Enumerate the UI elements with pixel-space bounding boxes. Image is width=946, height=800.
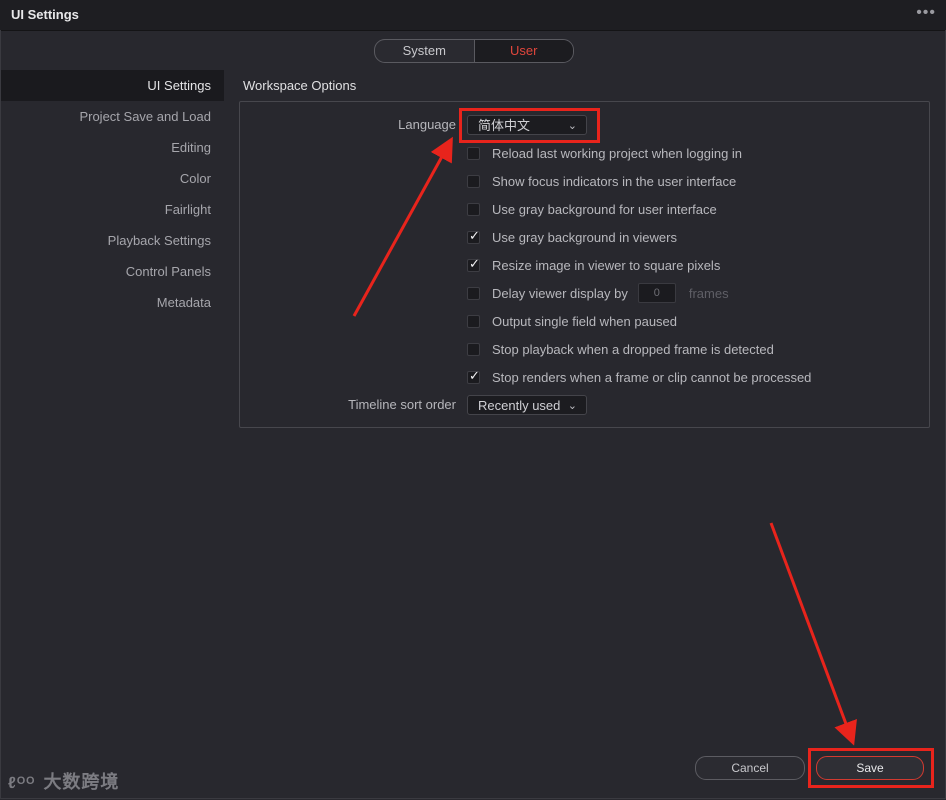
option-row: ✓ Stop renders when a frame or clip cann… [467, 367, 811, 387]
option-label: Stop renders when a frame or clip cannot… [492, 369, 812, 385]
tab-user[interactable]: User [473, 40, 573, 62]
option-label: Stop playback when a dropped frame is de… [492, 341, 774, 357]
tab-system[interactable]: System [375, 40, 474, 62]
sidebar-item-ui-settings[interactable]: UI Settings [1, 70, 224, 101]
sidebar-item-metadata[interactable]: Metadata [1, 287, 224, 318]
checkbox-gray-background-ui[interactable] [467, 202, 480, 216]
option-label: Resize image in viewer to square pixels [492, 257, 721, 273]
settings-sidebar: UI Settings Project Save and Load Editin… [1, 70, 224, 318]
option-row: Reload last working project when logging… [467, 143, 742, 163]
option-label: Use gray background for user interface [492, 201, 717, 217]
option-label: Use gray background in viewers [492, 229, 677, 245]
timeline-sort-value: Recently used [478, 398, 561, 413]
more-icon[interactable]: ••• [916, 4, 936, 22]
option-row: Delay viewer display by 0 frames [467, 283, 729, 303]
checkbox-output-single-field[interactable] [467, 314, 480, 328]
option-row: Output single field when paused [467, 311, 677, 331]
chevron-down-icon: ⌄ [567, 400, 577, 412]
option-label: Reload last working project when logging… [492, 145, 743, 161]
option-row: ✓ Resize image in viewer to square pixel… [467, 255, 720, 275]
save-button[interactable]: Save [816, 756, 924, 780]
checkbox-reload-last-project[interactable] [467, 146, 480, 160]
sidebar-item-editing[interactable]: Editing [1, 132, 224, 163]
option-row: Use gray background for user interface [467, 199, 717, 219]
checkbox-gray-background-viewers[interactable]: ✓ [467, 227, 480, 244]
title-bar: UI Settings ••• [0, 0, 946, 31]
sidebar-item-project-save-and-load[interactable]: Project Save and Load [1, 101, 224, 132]
option-row: ✓ Use gray background in viewers [467, 227, 677, 247]
option-row: Stop playback when a dropped frame is de… [467, 339, 774, 359]
option-label: Output single field when paused [492, 313, 678, 329]
delay-frames-input[interactable]: 0 [637, 283, 676, 303]
cancel-button[interactable]: Cancel [695, 756, 805, 780]
checkbox-show-focus-indicators[interactable] [467, 174, 480, 188]
timeline-sort-dropdown[interactable]: Recently used ⌄ [467, 395, 587, 415]
sidebar-item-playback-settings[interactable]: Playback Settings [1, 225, 224, 256]
option-row: Show focus indicators in the user interf… [467, 171, 736, 191]
frames-suffix: frames [688, 285, 729, 301]
system-user-toggle[interactable]: System User [374, 39, 574, 63]
checkbox-stop-renders[interactable]: ✓ [467, 367, 480, 384]
timeline-sort-label: Timeline sort order [348, 397, 456, 412]
checkbox-resize-square-pixels[interactable]: ✓ [467, 255, 480, 272]
checkbox-delay-viewer-display[interactable] [467, 286, 480, 300]
sidebar-item-fairlight[interactable]: Fairlight [1, 194, 224, 225]
watermark: ℓᴼᴼ 大数跨境 [8, 768, 119, 794]
option-label: Show focus indicators in the user interf… [492, 173, 737, 189]
language-label: Language [398, 117, 456, 132]
checkmark-icon: ✓ [469, 367, 480, 383]
option-label: Delay viewer display by [492, 285, 628, 301]
section-title: Workspace Options [243, 78, 357, 93]
watermark-logo: ℓᴼᴼ [8, 775, 36, 792]
checkmark-icon: ✓ [469, 255, 480, 271]
checkbox-stop-playback-dropped-frame[interactable] [467, 342, 480, 356]
annotation-highlight-language [459, 108, 600, 143]
watermark-text: 大数跨境 [43, 772, 120, 792]
window-title: UI Settings [11, 7, 79, 22]
checkmark-icon: ✓ [469, 227, 480, 243]
sidebar-item-color[interactable]: Color [1, 163, 224, 194]
sidebar-item-control-panels[interactable]: Control Panels [1, 256, 224, 287]
